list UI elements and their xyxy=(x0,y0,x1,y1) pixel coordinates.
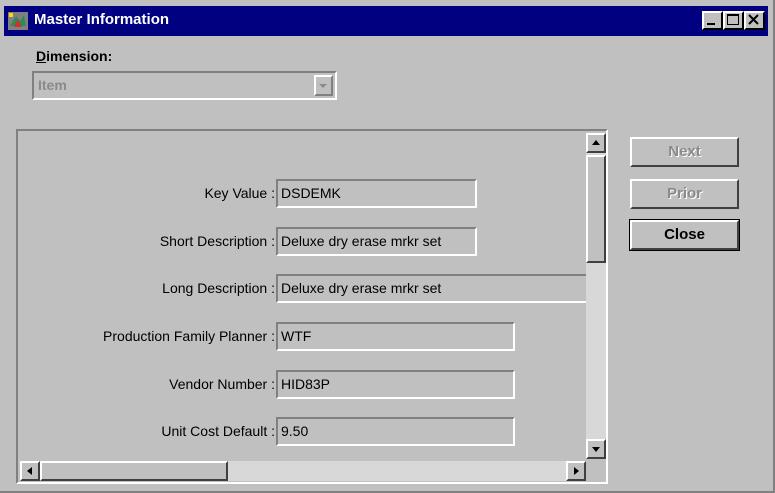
next-button[interactable]: Next xyxy=(630,137,739,167)
arrow-right-icon xyxy=(574,467,579,475)
arrow-left-icon xyxy=(27,467,32,475)
maximize-button[interactable] xyxy=(723,11,744,30)
detail-panel: Key Value : DSDEMK Short Description : D… xyxy=(16,129,608,484)
master-information-window: Master Information Dimension: Item Key V… xyxy=(0,0,775,493)
long-description-field[interactable]: Deluxe dry erase mrkr set xyxy=(276,274,596,303)
app-icon xyxy=(8,12,28,30)
dimension-label-mnemonic: D xyxy=(36,48,47,64)
dimension-select-value: Item xyxy=(38,77,67,93)
dimension-dropdown-button[interactable] xyxy=(314,75,333,96)
scroll-left-button[interactable] xyxy=(20,461,40,481)
close-window-button[interactable] xyxy=(744,11,765,30)
chevron-down-icon xyxy=(319,84,327,88)
minimize-icon xyxy=(707,23,715,25)
vendor-number-field[interactable]: HID83P xyxy=(276,370,515,399)
short-description-field[interactable]: Deluxe dry erase mrkr set xyxy=(276,227,477,256)
key-value-label: Key Value : xyxy=(204,185,275,201)
key-value-field[interactable]: DSDEMK xyxy=(276,179,477,208)
scroll-down-button[interactable] xyxy=(586,439,606,459)
prior-button[interactable]: Prior xyxy=(630,179,739,209)
short-description-label: Short Description : xyxy=(159,233,275,249)
title-bar[interactable]: Master Information xyxy=(4,6,768,36)
production-family-planner-field[interactable]: WTF xyxy=(276,322,515,351)
vertical-scroll-thumb[interactable] xyxy=(586,155,606,263)
unit-cost-default-label: Unit Cost Default : xyxy=(161,423,275,439)
arrow-up-icon xyxy=(592,140,600,145)
long-description-label: Long Description : xyxy=(162,280,275,296)
minimize-button[interactable] xyxy=(702,11,723,30)
close-button[interactable]: Close xyxy=(629,219,740,251)
horizontal-scrollbar[interactable] xyxy=(20,461,586,481)
dimension-label-text: imension: xyxy=(46,48,113,64)
scrollbar-corner xyxy=(586,461,606,481)
window-title: Master Information xyxy=(34,11,170,28)
maximize-icon xyxy=(727,14,739,25)
scroll-right-button[interactable] xyxy=(566,461,586,481)
production-family-planner-label: Production Family Planner : xyxy=(103,328,275,344)
vendor-number-label: Vendor Number : xyxy=(169,376,275,392)
arrow-down-icon xyxy=(592,447,600,452)
scroll-up-button[interactable] xyxy=(586,133,606,153)
dimension-label: Dimension: xyxy=(36,48,112,64)
vertical-scrollbar[interactable] xyxy=(586,133,606,459)
close-icon xyxy=(748,14,759,25)
unit-cost-default-field[interactable]: 9.50 xyxy=(276,417,515,446)
dimension-select[interactable]: Item xyxy=(32,71,337,100)
horizontal-scroll-thumb[interactable] xyxy=(40,461,228,481)
